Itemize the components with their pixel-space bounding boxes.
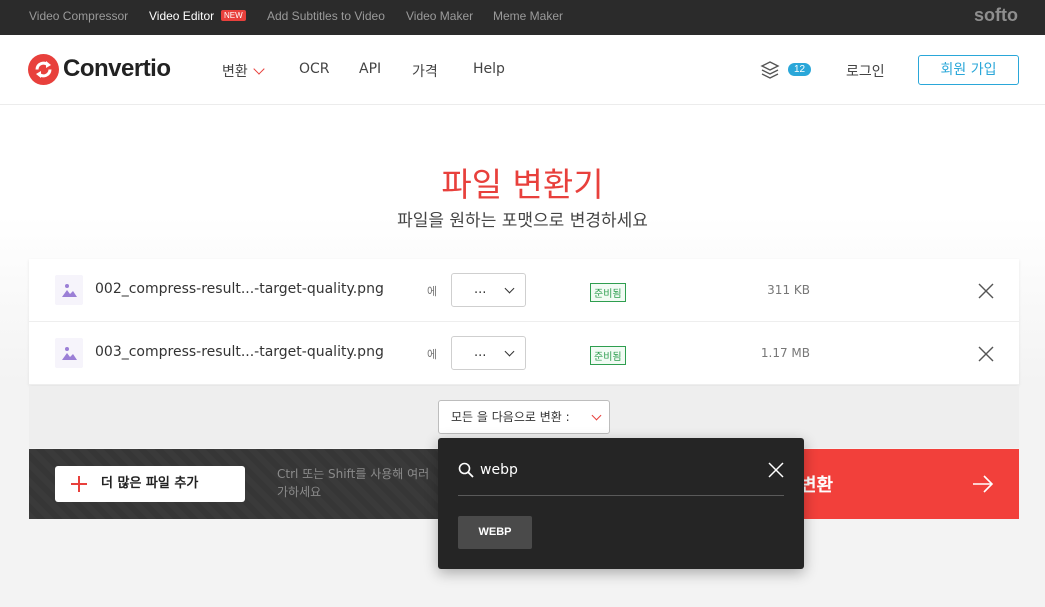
- close-icon[interactable]: [978, 283, 994, 299]
- add-more-files-button[interactable]: 더 많은 파일 추가: [55, 466, 245, 502]
- convert-button-label: 변환: [800, 475, 834, 496]
- top-product-bar: Video Compressor Video Editor NEW Add Su…: [0, 0, 1045, 35]
- divider: [458, 495, 784, 496]
- nav-api[interactable]: API: [359, 61, 381, 77]
- format-dropdown: WEBP: [438, 438, 804, 569]
- file-row: 002_compress-result...-target-quality.pn…: [29, 259, 1019, 322]
- convertio-logo-text[interactable]: Convertio: [63, 55, 171, 83]
- to-label: 에: [427, 348, 438, 361]
- format-select-value: ...: [474, 282, 487, 297]
- nav-help[interactable]: Help: [473, 61, 505, 77]
- nav-convert-label: 변환: [222, 64, 248, 80]
- multi-select-hint: Ctrl 또는 Shift를 사용해 여러 가하세요: [277, 467, 430, 499]
- queue-count-badge[interactable]: 12: [788, 63, 812, 76]
- plus-icon: [71, 476, 87, 492]
- chevron-down-icon: [504, 346, 515, 357]
- image-file-icon: [55, 275, 83, 305]
- chevron-down-icon: [591, 410, 602, 421]
- softo-logo[interactable]: softo: [974, 5, 1018, 26]
- layers-icon[interactable]: [760, 60, 780, 80]
- file-list: 002_compress-result...-target-quality.pn…: [29, 259, 1019, 385]
- file-size: 311 KB: [767, 283, 810, 297]
- format-select-value: ...: [474, 345, 487, 360]
- signup-button[interactable]: 회원 가입: [918, 55, 1019, 85]
- add-more-files-label: 더 많은 파일 추가: [101, 476, 199, 491]
- format-search-input[interactable]: [480, 458, 750, 482]
- file-name: 002_compress-result...-target-quality.pn…: [95, 281, 384, 297]
- topbar-link-meme-maker[interactable]: Meme Maker: [493, 9, 563, 23]
- nav-ocr[interactable]: OCR: [299, 61, 330, 77]
- file-row: 003_compress-result...-target-quality.pn…: [29, 322, 1019, 385]
- file-size: 1.17 MB: [760, 346, 810, 360]
- topbar-link-add-subtitles[interactable]: Add Subtitles to Video: [267, 9, 385, 23]
- close-icon[interactable]: [978, 346, 994, 362]
- status-badge: 준비됨: [590, 346, 626, 365]
- search-icon: [458, 462, 474, 478]
- close-icon[interactable]: [768, 462, 784, 478]
- nav-pricing[interactable]: 가격: [412, 61, 438, 81]
- format-select[interactable]: ...: [451, 273, 526, 307]
- topbar-link-video-compressor[interactable]: Video Compressor: [29, 9, 128, 23]
- main-header: Convertio 변환 OCR API 가격 Help 12 로그인 회원 가…: [0, 35, 1045, 105]
- file-name: 003_compress-result...-target-quality.pn…: [95, 344, 384, 360]
- page-title: 파일 변환기: [441, 165, 604, 204]
- arrow-right-icon: [972, 473, 994, 495]
- convert-all-select[interactable]: 모든 을 다음으로 변환 :: [438, 400, 610, 434]
- page-subtitle: 파일을 원하는 포맷으로 변경하세요: [397, 211, 648, 231]
- login-link[interactable]: 로그인: [846, 61, 885, 81]
- convert-all-label: 모든 을 다음으로 변환 :: [451, 410, 570, 424]
- chevron-down-icon: [504, 283, 515, 294]
- status-badge: 준비됨: [590, 283, 626, 302]
- chevron-down-icon: [253, 63, 265, 75]
- image-file-icon: [55, 338, 83, 368]
- topbar-link-video-maker[interactable]: Video Maker: [406, 9, 473, 23]
- to-label: 에: [427, 285, 438, 298]
- topbar-link-video-editor[interactable]: Video Editor: [149, 9, 214, 23]
- nav-convert[interactable]: 변환: [222, 61, 265, 81]
- format-select[interactable]: ...: [451, 336, 526, 370]
- convertio-logo-icon[interactable]: [28, 54, 59, 85]
- format-option-webp[interactable]: WEBP: [458, 516, 532, 549]
- new-badge: NEW: [221, 10, 246, 21]
